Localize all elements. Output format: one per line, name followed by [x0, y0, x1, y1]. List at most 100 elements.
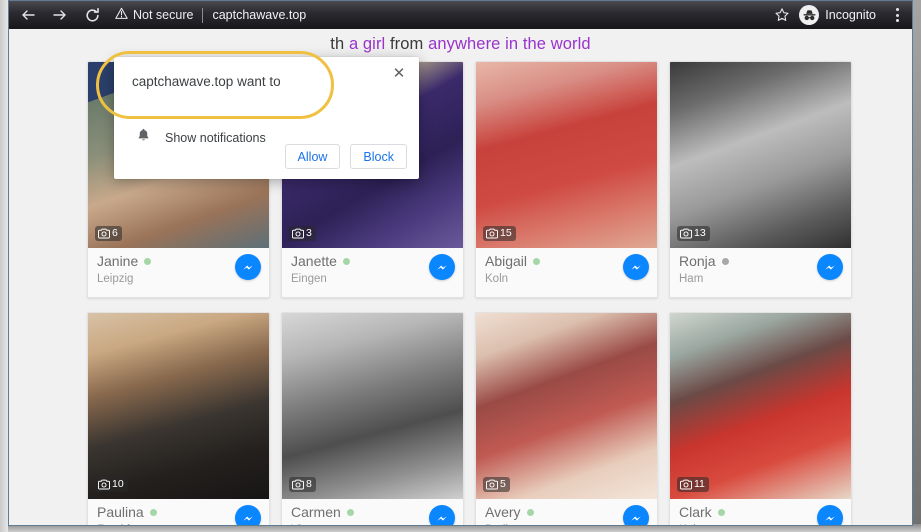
- profile-meta: CarmenViersen: [282, 499, 463, 525]
- photo-count-badge: 11: [677, 477, 709, 492]
- camera-icon: [486, 228, 498, 239]
- profile-photo-image: [476, 313, 657, 499]
- profile-card[interactable]: 15 Abigail Koln: [475, 61, 658, 298]
- photo-count-label: 10: [112, 478, 124, 490]
- permission-popup-buttons: Allow Block: [284, 144, 407, 169]
- online-status-dot: [533, 258, 541, 265]
- close-icon[interactable]: ✕: [389, 63, 409, 83]
- profile-name: Paulina: [97, 504, 144, 520]
- headline-part-3: anywhere in the world: [428, 35, 591, 53]
- bell-icon: [136, 127, 151, 148]
- notification-permission-popup[interactable]: ✕ captchawave.top want to Show notificat…: [114, 57, 419, 179]
- profile-meta: Abigail Koln: [476, 248, 657, 297]
- profile-photo-image: [476, 62, 657, 248]
- photo-count-badge: 13: [677, 226, 710, 241]
- headline-part-1: a girl: [348, 35, 390, 53]
- photo-count-badge: 6: [95, 226, 122, 241]
- facebook-messenger-icon[interactable]: [235, 254, 261, 280]
- kebab-menu-icon[interactable]: [886, 8, 908, 22]
- page-content: th a girl from anywhere in the world 6 Ja…: [9, 29, 912, 525]
- profile-name: Janette: [291, 253, 337, 269]
- profile-name: Janine: [97, 253, 139, 269]
- profile-name: Clark: [679, 504, 712, 520]
- online-status-dot: [342, 258, 350, 265]
- profile-photo[interactable]: 5: [476, 313, 657, 499]
- profile-photo[interactable]: 13: [670, 62, 851, 248]
- profile-photo[interactable]: 10: [88, 313, 269, 499]
- camera-icon: [292, 228, 304, 239]
- camera-icon: [680, 228, 692, 239]
- facebook-messenger-icon[interactable]: [235, 505, 261, 525]
- incognito-label: Incognito: [825, 8, 876, 22]
- profile-photo[interactable]: 11: [670, 313, 851, 499]
- photo-count-badge: 15: [483, 226, 516, 241]
- camera-icon: [486, 479, 498, 490]
- address-bar[interactable]: Not secure captchawave.top: [115, 1, 763, 29]
- photo-count-label: 11: [694, 478, 705, 490]
- online-status-dot: [346, 509, 354, 516]
- profile-photo-image: [670, 313, 851, 499]
- camera-icon: [680, 479, 692, 490]
- browser-toolbar: Not secure captchawave.top Incognito: [9, 1, 912, 29]
- facebook-messenger-icon[interactable]: [429, 254, 455, 280]
- photo-count-label: 8: [306, 478, 312, 490]
- photo-count-label: 13: [694, 227, 706, 239]
- profile-photo-image: [88, 313, 269, 499]
- profile-meta: AveryBerlin: [476, 499, 657, 525]
- photo-count-label: 15: [500, 227, 512, 239]
- screenshot-frame: Not secure captchawave.top Incognito th …: [0, 0, 921, 532]
- camera-icon: [292, 479, 304, 490]
- reload-icon[interactable]: [79, 2, 105, 28]
- facebook-messenger-icon[interactable]: [623, 505, 649, 525]
- incognito-indicator[interactable]: Incognito: [797, 3, 884, 27]
- photo-count-label: 5: [500, 478, 506, 490]
- online-status-dot: [717, 509, 725, 516]
- profile-card[interactable]: 10 PaulinaFrankfurt: [87, 312, 270, 525]
- facebook-messenger-icon[interactable]: [623, 254, 649, 280]
- block-button[interactable]: Block: [350, 144, 407, 169]
- photo-count-badge: 5: [483, 477, 510, 492]
- security-label: Not secure: [133, 8, 194, 22]
- profile-photo-image: [670, 62, 851, 248]
- profile-card[interactable]: 5 AveryBerlin: [475, 312, 658, 525]
- permission-request-row: Show notifications: [136, 127, 266, 148]
- photo-count-badge: 8: [289, 477, 316, 492]
- online-status-dot: [144, 258, 152, 265]
- facebook-messenger-icon[interactable]: [817, 254, 843, 280]
- headline-part-0: th: [330, 35, 349, 53]
- profile-meta: PaulinaFrankfurt: [88, 499, 269, 525]
- profile-meta: Janette Eingen: [282, 248, 463, 297]
- profile-name: Abigail: [485, 253, 528, 269]
- profile-name: Ronja: [679, 253, 716, 269]
- facebook-messenger-icon[interactable]: [817, 505, 843, 525]
- profile-photo[interactable]: 15: [476, 62, 657, 248]
- headline-part-2: from: [390, 35, 429, 53]
- profile-card[interactable]: 13 Ronja Ham: [669, 61, 852, 298]
- profile-card[interactable]: 8 CarmenViersen: [281, 312, 464, 525]
- security-indicator[interactable]: Not secure: [115, 7, 193, 23]
- star-icon[interactable]: [769, 2, 795, 28]
- profile-name: Avery: [485, 504, 521, 520]
- camera-icon: [98, 479, 110, 490]
- url-text[interactable]: captchawave.top: [212, 8, 306, 22]
- allow-button[interactable]: Allow: [284, 144, 341, 169]
- back-arrow-icon[interactable]: [15, 2, 41, 28]
- photo-count-badge: 10: [95, 477, 128, 492]
- online-status-dot: [526, 509, 534, 516]
- profile-photo[interactable]: 8: [282, 313, 463, 499]
- profile-meta: Janine Leipzig: [88, 248, 269, 297]
- profile-meta: ClarkKoln: [670, 499, 851, 525]
- camera-icon: [98, 228, 110, 239]
- permission-label: Show notifications: [165, 130, 266, 145]
- forward-arrow-icon[interactable]: [47, 2, 73, 28]
- profile-meta: Ronja Ham: [670, 248, 851, 297]
- frame-bevel-left: [0, 0, 8, 532]
- profile-photo-image: [282, 313, 463, 499]
- profile-card[interactable]: 11 ClarkKoln: [669, 312, 852, 525]
- warning-triangle-icon: [115, 7, 128, 23]
- permission-popup-title: captchawave.top want to: [132, 74, 281, 89]
- photo-count-label: 6: [112, 227, 118, 239]
- facebook-messenger-icon[interactable]: [429, 505, 455, 525]
- photo-count-badge: 3: [289, 226, 316, 241]
- online-status-dot: [149, 509, 157, 516]
